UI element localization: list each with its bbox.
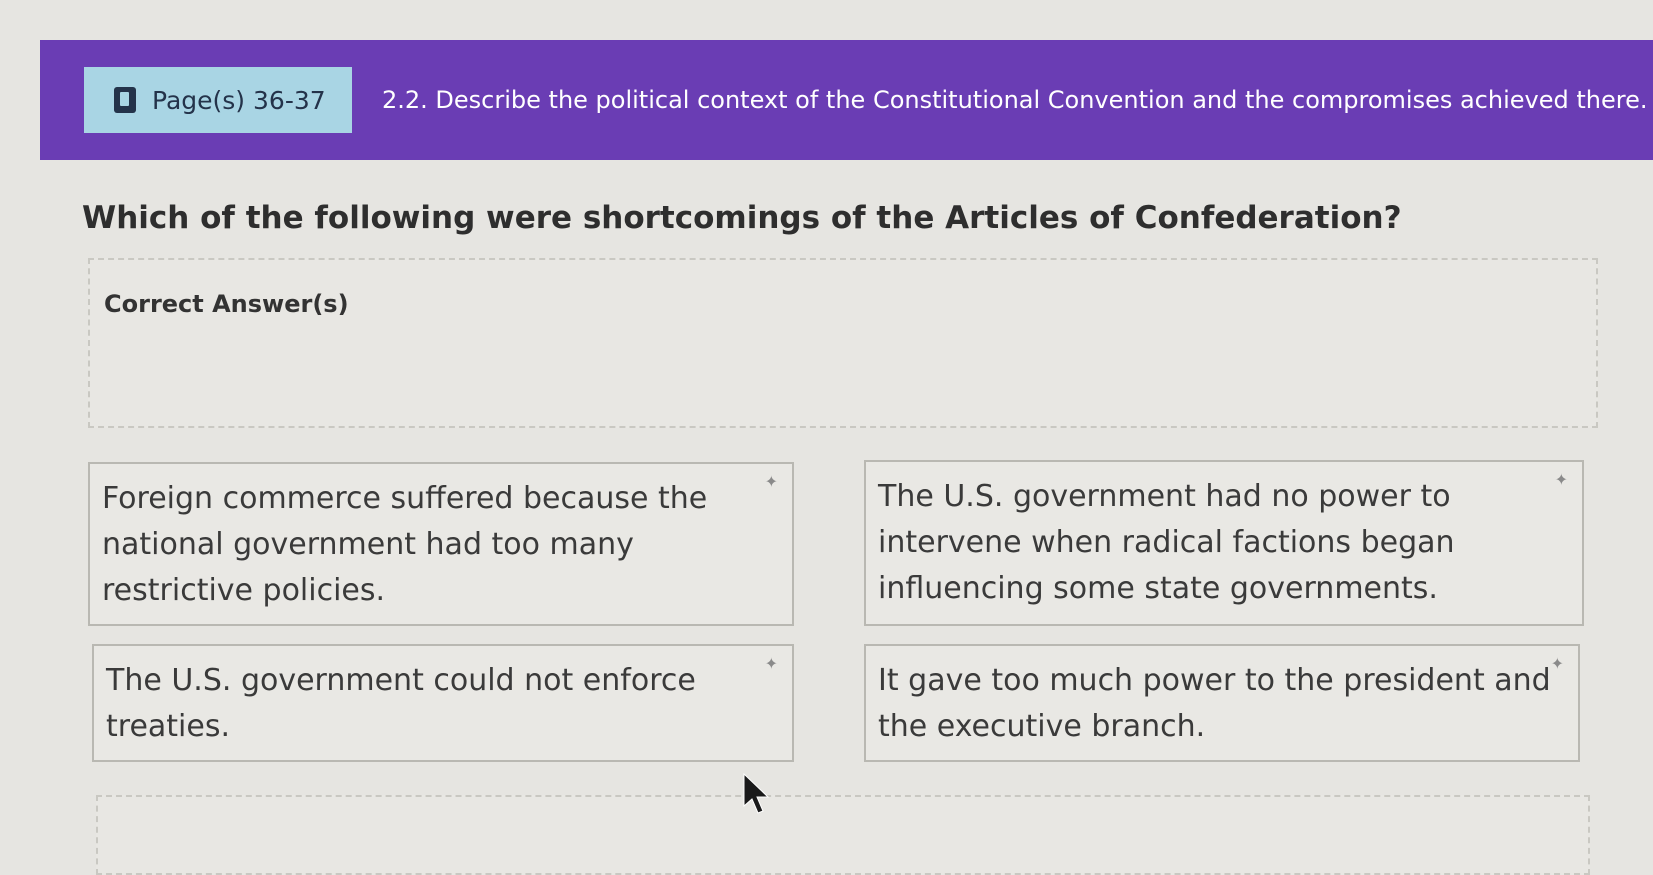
answer-option-foreign-commerce[interactable]: ✦ Foreign commerce suffered because the … bbox=[88, 462, 794, 626]
drag-handle-icon: ✦ bbox=[764, 654, 778, 673]
drag-handle-icon: ✦ bbox=[764, 472, 778, 491]
answer-option-radical-factions[interactable]: ✦ The U.S. government had no power to in… bbox=[864, 460, 1584, 626]
page-reference-chip[interactable]: Page(s) 36-37 bbox=[84, 67, 352, 133]
answer-option-text: Foreign commerce suffered because the na… bbox=[102, 481, 708, 608]
answer-option-enforce-treaties[interactable]: ✦ The U.S. government could not enforce … bbox=[92, 644, 794, 762]
page-reference-label: Page(s) 36-37 bbox=[152, 85, 326, 115]
correct-answers-drop-zone[interactable]: Correct Answer(s) bbox=[88, 258, 1598, 428]
book-icon bbox=[114, 87, 136, 113]
answer-option-text: It gave too much power to the president … bbox=[878, 663, 1551, 744]
answer-option-executive-power[interactable]: ✦ It gave too much power to the presiden… bbox=[864, 644, 1580, 762]
question-text: Which of the following were shortcomings… bbox=[82, 200, 1402, 236]
incorrect-answers-drop-zone[interactable] bbox=[96, 795, 1590, 875]
answer-option-text: The U.S. government could not enforce tr… bbox=[106, 663, 696, 744]
learning-objective: 2.2. Describe the political context of t… bbox=[382, 86, 1648, 114]
drag-handle-icon: ✦ bbox=[1554, 470, 1568, 489]
correct-answers-label: Correct Answer(s) bbox=[104, 290, 349, 318]
answer-option-text: The U.S. government had no power to inte… bbox=[878, 479, 1455, 606]
drag-handle-icon: ✦ bbox=[1550, 654, 1564, 673]
objective-banner: Page(s) 36-37 2.2. Describe the politica… bbox=[40, 40, 1653, 160]
